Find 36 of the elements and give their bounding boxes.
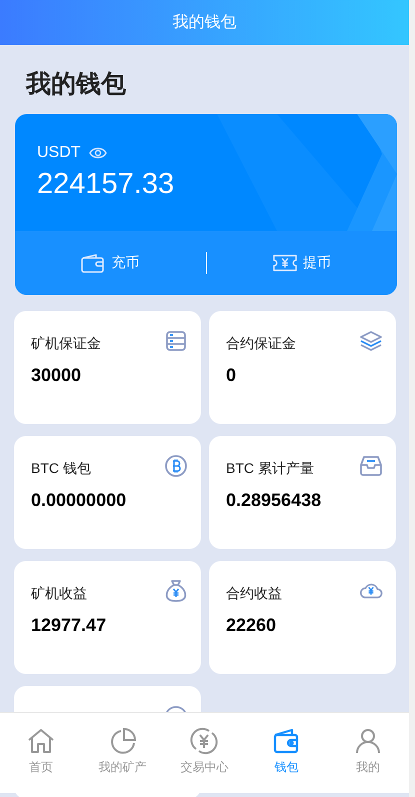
- tray-icon: [359, 454, 383, 478]
- wallet-icon: [81, 253, 106, 273]
- stat-label: 合约保证金: [226, 335, 296, 353]
- balance-amount: 224157.33: [37, 168, 176, 201]
- exchange-icon: [190, 727, 218, 755]
- currency-label: USDT: [37, 144, 81, 162]
- server-icon: [164, 329, 188, 353]
- header-title: 我的钱包: [0, 0, 409, 45]
- stat-label: BTC 钱包: [31, 460, 91, 478]
- deposit-button[interactable]: 充币: [15, 249, 206, 277]
- page-title: 我的钱包: [24, 69, 127, 100]
- stat-label: BTC 累计产量: [226, 460, 314, 478]
- tab-item[interactable]: 钱包: [245, 727, 328, 793]
- pie-chart-icon: [108, 727, 137, 755]
- stat-label: 矿机保证金: [31, 335, 101, 353]
- stat-value: 30000: [31, 365, 82, 386]
- stat-label: 矿机收益: [31, 585, 87, 603]
- ticket-icon: [272, 253, 297, 273]
- home-icon: [26, 727, 55, 755]
- stat-value: 0.28956438: [226, 490, 322, 511]
- tab-item[interactable]: 交易中心: [164, 727, 246, 793]
- eye-icon[interactable]: [88, 147, 107, 159]
- tab-item[interactable]: 我的: [327, 727, 409, 793]
- withdraw-button[interactable]: 提币: [206, 249, 397, 277]
- tab-item[interactable]: 我的矿产: [82, 727, 164, 793]
- stat-value: 0: [226, 365, 238, 386]
- layers-icon: [359, 329, 383, 353]
- stat-value: 0.00000000: [31, 490, 128, 511]
- money-bag-icon: [164, 579, 188, 603]
- tab-item[interactable]: 首页: [0, 727, 82, 793]
- stat-label: 合约收益: [226, 585, 282, 603]
- stat-value: 12977.47: [31, 615, 108, 636]
- wallet-icon: [272, 727, 300, 755]
- bitcoin-icon: [164, 454, 188, 478]
- stat-value: 22260: [226, 615, 278, 636]
- user-icon: [354, 727, 382, 755]
